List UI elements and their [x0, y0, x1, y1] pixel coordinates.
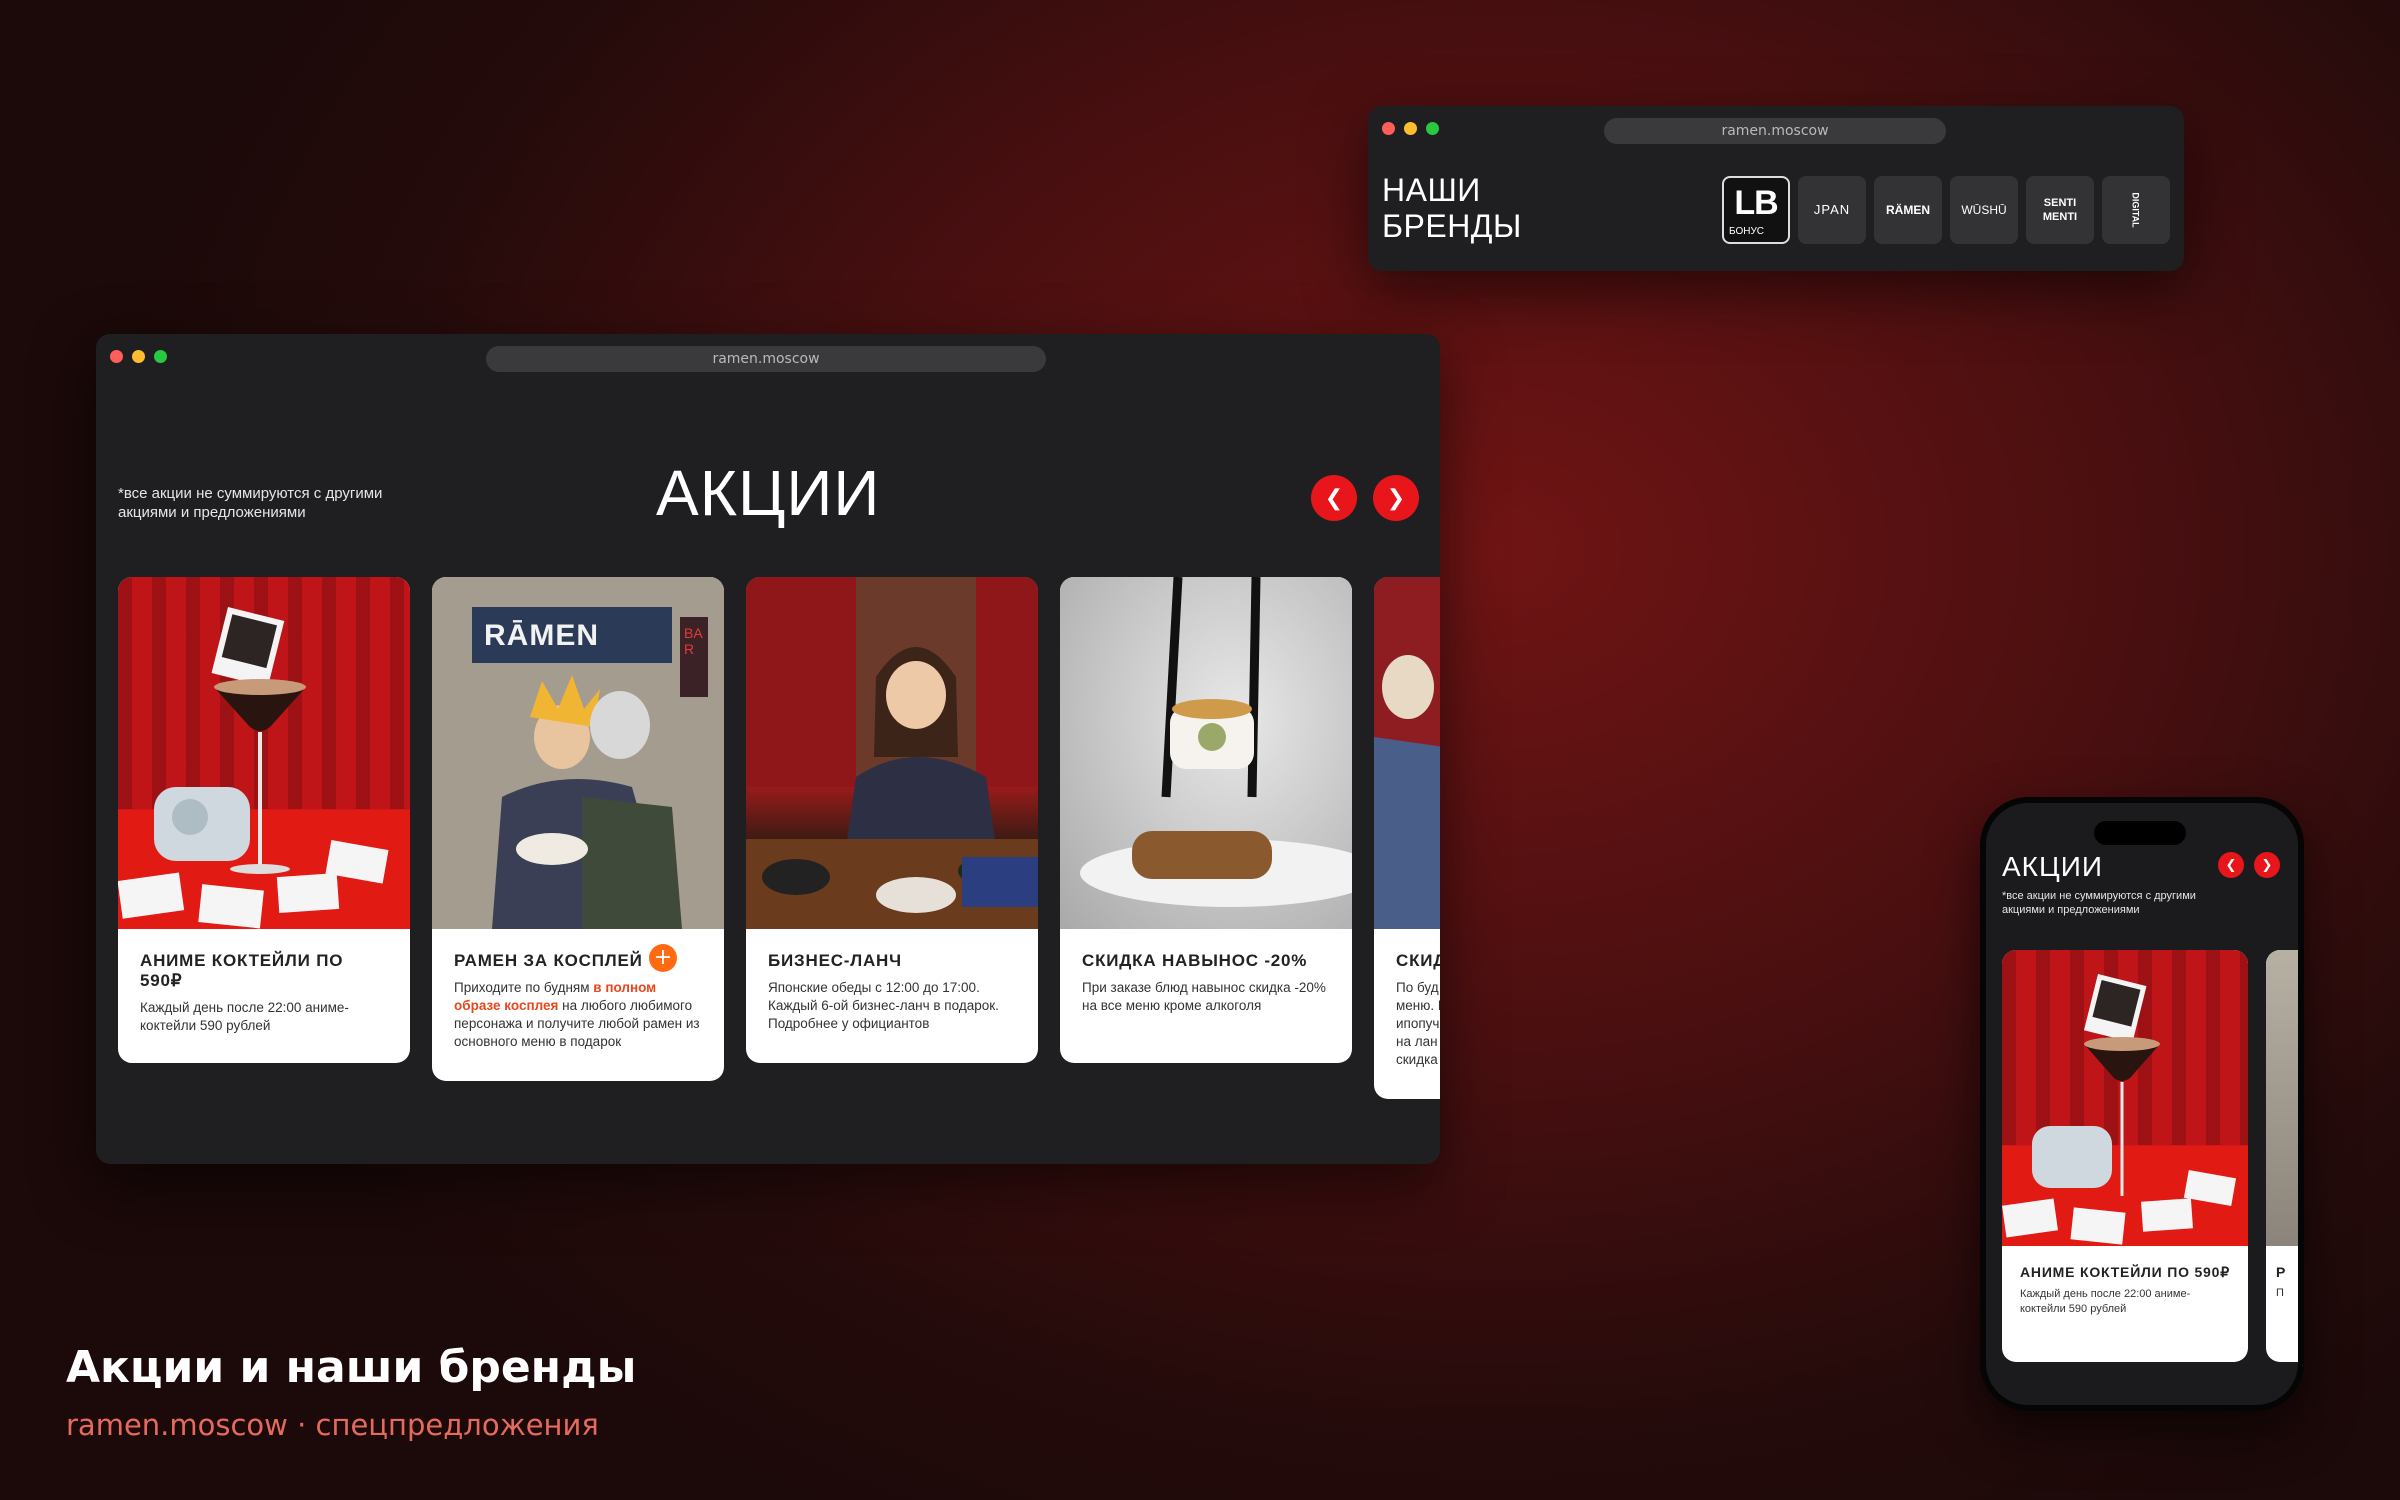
brand-logo-jpan: JPAN: [1813, 202, 1851, 217]
brand-tile-senti-menti[interactable]: SENTI MENTI: [2026, 176, 2094, 244]
promo-image-partial: [1374, 577, 1440, 929]
card-text: По буд меню. П ипопуч на лан скидка: [1396, 980, 1440, 1067]
card-title: СКИД: [1396, 951, 1440, 970]
close-dot[interactable]: [1382, 122, 1395, 135]
chevron-left-icon: ❮: [1324, 485, 1344, 511]
brand-logo-digital: DIGITAL: [2130, 192, 2141, 228]
promo-card-cocktails[interactable]: АНИМЕ КОКТЕЙЛИ ПО 590₽ Каждый день после…: [118, 577, 410, 1063]
promo-disclaimer: *все акции не суммируются с другими акци…: [118, 485, 383, 521]
brand-logo-senti-menti: SENTI MENTI: [2042, 197, 2078, 223]
brand-logo-wushu: WŪSHŪ: [1961, 203, 2007, 217]
promo-image-partial: [2266, 950, 2298, 1246]
card-title: БИЗНЕС-ЛАНЧ: [768, 951, 902, 970]
card-title: АНИМЕ КОКТЕЙЛИ ПО 590₽: [2020, 1264, 2230, 1280]
promo-card-takeaway[interactable]: СКИДКА НАВЫНОС -20% При заказе блюд навы…: [1060, 577, 1352, 1063]
promo-image-sushi: [1060, 577, 1352, 929]
phone-mockup: АКЦИИ ❮ ❯ *все акции не суммируются с др…: [1980, 797, 2304, 1411]
window-controls: [110, 350, 167, 363]
phone-notch: [2094, 821, 2186, 845]
brand-sub-label: БОНУС: [1729, 226, 1765, 237]
card-text-part: Приходите по будням: [454, 980, 594, 995]
titlebar: ramen.moscow: [1368, 106, 2184, 150]
brand-tile-wushu[interactable]: WŪSHŪ: [1950, 176, 2018, 244]
titlebar: ramen.moscow: [96, 334, 1440, 378]
page-title: АКЦИИ: [656, 457, 881, 529]
brands-heading-line2: БРЕНДЫ: [1382, 208, 1522, 244]
photo-sign-bar: BAR: [684, 625, 703, 657]
maximize-dot[interactable]: [1426, 122, 1439, 135]
promo-carousel: АНИМЕ КОКТЕЙЛИ ПО 590₽ Каждый день после…: [2002, 950, 2298, 1362]
brands-heading-line1: НАШИ: [1382, 172, 1481, 208]
brand-tile-ramen[interactable]: RÄMEN: [1874, 176, 1942, 244]
brand-tile-lb[interactable]: LB БОНУС: [1722, 176, 1790, 244]
slide-subcaption: ramen.moscow · спецпредложения: [66, 1408, 599, 1442]
close-dot[interactable]: [110, 350, 123, 363]
brand-tile-jpan[interactable]: JPAN: [1798, 176, 1866, 244]
slide-caption: Акции и наши бренды: [66, 1342, 637, 1393]
chevron-left-icon: ❮: [2225, 857, 2237, 873]
card-text: При заказе блюд навынос скидка -20% на в…: [1082, 980, 1326, 1013]
maximize-dot[interactable]: [154, 350, 167, 363]
card-title: СКИДКА НАВЫНОС -20%: [1082, 951, 1308, 970]
card-text: Каждый день после 22:00 аниме-коктейли 5…: [2020, 1288, 2191, 1315]
card-text: П: [2276, 1287, 2284, 1299]
card-text: Каждый день после 22:00 аниме-коктейли 5…: [140, 1000, 349, 1033]
promo-card-business-lunch[interactable]: БИЗНЕС-ЛАНЧ Японские обеды с 12:00 до 17…: [746, 577, 1038, 1063]
plus-icon[interactable]: +: [649, 944, 677, 972]
prev-button[interactable]: ❮: [1311, 475, 1357, 521]
promo-window: ramen.moscow *все акции не суммируются с…: [96, 334, 1440, 1164]
card-text: Приходите по будням в полном образе косп…: [454, 979, 702, 1051]
brand-logo-lb: LB: [1734, 184, 1778, 222]
promo-card-partial[interactable]: Р П: [2266, 950, 2298, 1362]
brands-heading: НАШИ БРЕНДЫ: [1382, 172, 1522, 244]
promo-image-cocktail: [2002, 950, 2248, 1246]
next-button[interactable]: ❯: [2254, 852, 2280, 878]
url-bar[interactable]: ramen.moscow: [486, 346, 1046, 372]
minimize-dot[interactable]: [1404, 122, 1417, 135]
promo-image-cocktail: [118, 577, 410, 929]
promo-image-lunch: [746, 577, 1038, 929]
promo-image-cosplay: RĀMEN BAR: [432, 577, 724, 929]
brand-list: LB БОНУС JPAN RÄMEN WŪSHŪ SENTI MENTI DI…: [1722, 176, 2170, 244]
minimize-dot[interactable]: [132, 350, 145, 363]
brand-tile-digital[interactable]: DIGITAL: [2102, 176, 2170, 244]
promo-carousel: АНИМЕ КОКТЕЙЛИ ПО 590₽ Каждый день после…: [118, 577, 1440, 1099]
url-bar[interactable]: ramen.moscow: [1604, 118, 1946, 144]
chevron-right-icon: ❯: [2261, 857, 2273, 873]
page-title: АКЦИИ: [2002, 851, 2103, 882]
chevron-right-icon: ❯: [1386, 485, 1406, 511]
photo-sign: RĀMEN: [484, 619, 599, 652]
promo-card-cosplay[interactable]: RĀMEN BAR + РАМЕН ЗА КОСПЛЕЙ Приходите п…: [432, 577, 724, 1081]
card-text: Японские обеды с 12:00 до 17:00. Каждый …: [768, 980, 999, 1031]
next-button[interactable]: ❯: [1373, 475, 1419, 521]
promo-card-cocktails[interactable]: АНИМЕ КОКТЕЙЛИ ПО 590₽ Каждый день после…: [2002, 950, 2248, 1362]
promo-card-partial[interactable]: СКИД По буд меню. П ипопуч на лан скидка: [1374, 577, 1440, 1099]
window-controls: [1382, 122, 1439, 135]
card-title: АНИМЕ КОКТЕЙЛИ ПО 590₽: [140, 951, 344, 990]
prev-button[interactable]: ❮: [2218, 852, 2244, 878]
brand-logo-ramen: RÄMEN: [1886, 203, 1930, 217]
brands-window: ramen.moscow НАШИ БРЕНДЫ LB БОНУС JPAN R…: [1368, 106, 2184, 271]
promo-disclaimer: *все акции не суммируются с другими акци…: [2002, 890, 2196, 916]
card-title: Р: [2276, 1264, 2287, 1280]
